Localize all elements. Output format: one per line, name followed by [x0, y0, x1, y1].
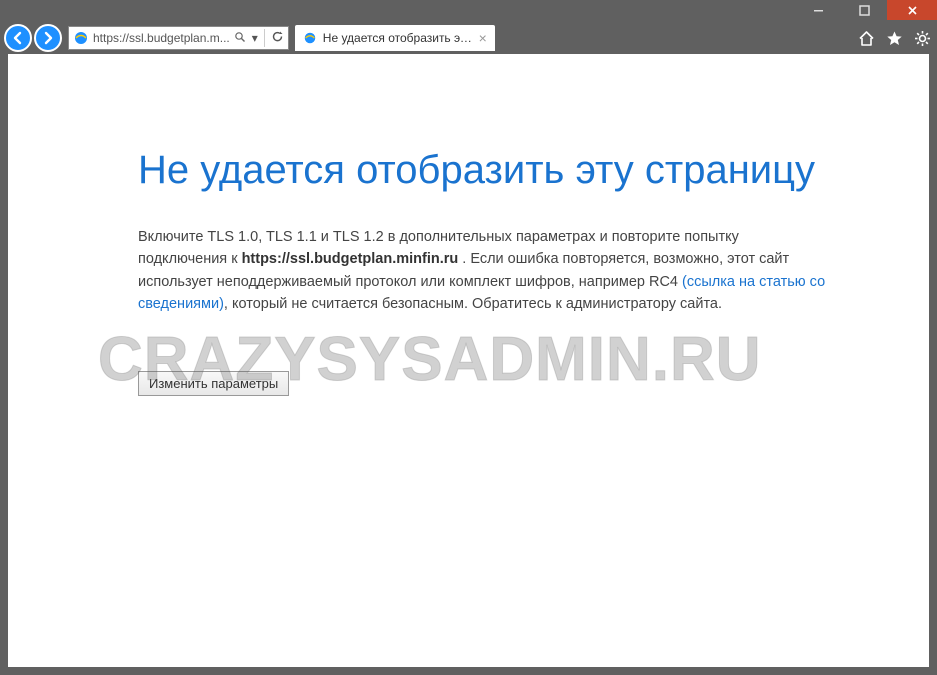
- tab-close-icon[interactable]: ×: [479, 30, 487, 46]
- body-bold-url: https://ssl.budgetplan.minfin.ru: [242, 251, 459, 267]
- window-titlebar: [0, 0, 937, 22]
- close-button[interactable]: [887, 0, 937, 20]
- tools-icon[interactable]: [911, 27, 933, 49]
- browser-toolbar: https://ssl.budgetplan.m... ▾ Не удается…: [0, 22, 937, 54]
- error-page: CRAZYSYSADMIN.RU Не удается отобразить э…: [8, 54, 929, 667]
- home-icon[interactable]: [855, 27, 877, 49]
- maximize-button[interactable]: [841, 0, 887, 20]
- back-button[interactable]: [4, 24, 32, 52]
- browser-window: https://ssl.budgetplan.m... ▾ Не удается…: [0, 0, 937, 675]
- divider: [264, 29, 265, 47]
- search-icon[interactable]: [234, 31, 246, 46]
- change-settings-button[interactable]: Изменить параметры: [138, 371, 289, 396]
- ie-icon: [303, 31, 317, 45]
- address-bar[interactable]: https://ssl.budgetplan.m... ▾: [68, 26, 289, 50]
- forward-button[interactable]: [34, 24, 62, 52]
- refresh-icon[interactable]: [271, 30, 284, 46]
- address-controls: ▾: [234, 29, 284, 47]
- tab-title: Не удается отобразить эту...: [323, 31, 473, 45]
- browser-tab[interactable]: Не удается отобразить эту... ×: [295, 25, 495, 51]
- minimize-button[interactable]: [795, 0, 841, 20]
- content-frame: CRAZYSYSADMIN.RU Не удается отобразить э…: [0, 54, 937, 675]
- address-text: https://ssl.budgetplan.m...: [93, 31, 230, 45]
- body-part3: , который не считается безопасным. Обрат…: [224, 296, 722, 312]
- dropdown-icon[interactable]: ▾: [252, 31, 258, 45]
- page-body-text: Включите TLS 1.0, TLS 1.1 и TLS 1.2 в до…: [138, 226, 829, 316]
- page-title: Не удается отобразить эту страницу: [138, 144, 829, 196]
- tab-strip: Не удается отобразить эту... ×: [295, 25, 495, 51]
- ie-icon: [73, 30, 89, 46]
- favorites-icon[interactable]: [883, 27, 905, 49]
